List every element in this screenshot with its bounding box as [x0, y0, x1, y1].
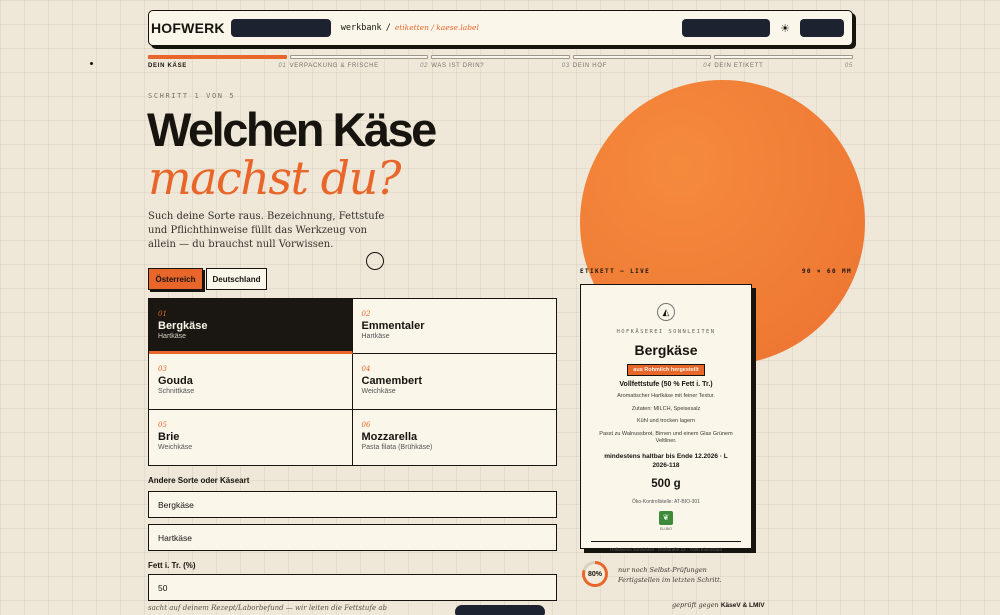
- project-switcher[interactable]: [230, 19, 331, 37]
- label-storage: Kühl und trocken lagern: [636, 418, 696, 424]
- page-title-accent: machst du?: [148, 151, 401, 205]
- cheese-grid: 01 Bergkäse Hartkäse 02 Emmentaler Hartk…: [148, 298, 557, 466]
- account-button[interactable]: [682, 19, 771, 37]
- verified-reference: KäseV & LMIV: [720, 602, 765, 609]
- verified-prefix: geprüft gegen: [672, 601, 719, 609]
- step-indicator: SCHRITT 1 VON 5: [148, 92, 236, 100]
- floating-toolbar[interactable]: [455, 605, 545, 615]
- cheese-number: 06: [361, 420, 371, 429]
- label-footer: Hofkäserei Sonnleiten · Dorfstraße 12 · …: [591, 540, 741, 552]
- label-live-title: ETIKETT — LIVE: [580, 268, 651, 275]
- step-bar: [572, 55, 712, 59]
- label-milk-badge: aus Rohmilch hergestellt: [627, 364, 705, 376]
- cheese-option[interactable]: 01 Bergkäse Hartkäse: [149, 299, 353, 355]
- cheese-option[interactable]: 02 Emmentaler Hartkäse: [352, 299, 556, 355]
- step-4[interactable]: Dein Hof 04: [572, 55, 712, 69]
- cheese-type: Pasta filata (Brühkäse): [361, 443, 433, 451]
- cheese-name: Bergkäse: [158, 320, 208, 332]
- checks-line-2: Fertigstellen im letzten Schritt.: [618, 576, 722, 584]
- cheese-number: 01: [158, 310, 167, 318]
- checks-text: nur noch Selbst-Prüfungen Fertigstellen …: [618, 565, 722, 585]
- step-bar: [431, 55, 570, 59]
- country-germany-button[interactable]: Deutschland: [206, 268, 267, 290]
- step-number: 01: [278, 63, 287, 69]
- step-bar: [289, 55, 429, 59]
- step-label: Dein Hof: [572, 63, 608, 69]
- eu-organic-leaf-icon: ❦: [659, 510, 673, 525]
- label-control-body: Öko-Kontrollstelle: AT-BIO-301: [632, 498, 700, 505]
- step-number: 03: [561, 63, 570, 69]
- cheese-name: Camembert: [361, 375, 423, 388]
- cheese-name: Gouda: [158, 375, 193, 388]
- checks-line-1: nur noch Selbst-Prüfungen: [618, 566, 707, 574]
- fat-hint: sacht auf deinem Rezept/Laborbefund — wi…: [148, 604, 387, 612]
- cheese-option[interactable]: 04 Camembert Weichkäse: [352, 354, 556, 410]
- cheese-name: Mozzarella: [361, 430, 418, 443]
- cheese-wedge-icon: ◭: [657, 303, 675, 321]
- step-bar: [148, 55, 287, 59]
- cheese-option[interactable]: 06 Mozzarella Pasta filata (Brühkäse): [353, 410, 557, 465]
- cheese-option[interactable]: 03 Gouda Schnittkäse: [149, 354, 353, 410]
- label-fat: Vollfettstufe (50 % Fett i. Tr.): [619, 381, 713, 388]
- cheese-number: 03: [158, 365, 167, 374]
- breadcrumb-separator: /: [385, 23, 391, 33]
- step-label: Dein Käse: [148, 63, 187, 69]
- sun-icon[interactable]: ☀: [780, 22, 790, 35]
- label-preview-header: ETIKETT — LIVE 90 × 60 MM: [580, 268, 852, 275]
- top-bar: HOFWERK werkbank / etiketten / kaese.label…: [148, 10, 853, 46]
- other-sort-label: Andere Sorte oder Käseart: [148, 476, 250, 485]
- cheese-name: Emmentaler: [361, 320, 425, 332]
- menu-button[interactable]: [800, 19, 844, 37]
- step-number: 05: [844, 63, 853, 69]
- cheese-type: Hartkäse: [158, 333, 187, 340]
- label-cheese-name: Bergkäse: [634, 342, 698, 358]
- intro-text: Such deine Sorte raus. Bezeichnung, Fett…: [148, 211, 385, 250]
- breadcrumb-root[interactable]: werkbank: [341, 23, 382, 33]
- breadcrumb: werkbank / etiketten / kaese.label: [341, 23, 479, 33]
- cheese-type: Schnittkäse: [158, 388, 195, 396]
- progress-steps: Dein Käse 01 Verpackung & Frische 02 Was i…: [148, 55, 853, 69]
- step-label: Was ist drin?: [431, 63, 485, 69]
- step-5[interactable]: Dein Etikett 05: [714, 55, 853, 69]
- label-pairing: Passt zu Walnussbrot, Birnen und einem G…: [599, 430, 733, 445]
- verified-note: geprüft gegen KäseV & LMIV: [672, 601, 765, 609]
- cheese-type: Weichkäse: [361, 388, 396, 396]
- step-1[interactable]: Dein Käse 01: [148, 55, 287, 69]
- label-best-before: mindestens haltbar bis Ende 12.2026 · L …: [604, 452, 728, 469]
- cheese-option[interactable]: 05 Brie Weichkäse: [149, 409, 353, 465]
- kind-input[interactable]: Hartkäse: [148, 524, 557, 551]
- label-farm: HOFKÄSEREI SONNLEITEN: [616, 329, 716, 335]
- label-size: 90 × 60 MM: [801, 268, 852, 275]
- breadcrumb-path[interactable]: etiketten / kaese.label: [395, 23, 479, 32]
- country-austria-button[interactable]: Österreich: [148, 268, 203, 290]
- cheese-number: 04: [361, 365, 371, 374]
- step-2[interactable]: Verpackung & Frische 02: [289, 55, 429, 69]
- step-3[interactable]: Was ist drin? 03: [431, 55, 570, 69]
- cursor-ring: [366, 252, 384, 270]
- step-bar: [714, 55, 853, 59]
- cheese-type: Hartkäse: [361, 333, 390, 340]
- step-number: 04: [703, 63, 712, 69]
- logo: HOFWERK: [151, 20, 225, 36]
- label-weight: 500 g: [651, 477, 681, 490]
- fat-label: Fett i. Tr. (%): [148, 561, 196, 570]
- checks-percent: 80%: [585, 564, 605, 584]
- label-preview-card: ◭ HOFKÄSEREI SONNLEITEN Bergkäse aus Roh…: [580, 284, 752, 552]
- cheese-type: Weichkäse: [158, 443, 193, 451]
- decorative-dot: [90, 62, 93, 65]
- step-label: Verpackung & Frische: [289, 63, 379, 69]
- label-description: Aromatischer Hartkäse mit feiner Textur.: [617, 393, 715, 399]
- step-number: 02: [420, 63, 429, 69]
- label-eu-code: EU-BIO: [659, 526, 673, 531]
- cheese-name: Brie: [158, 430, 180, 443]
- step-label: Dein Etikett: [714, 63, 764, 69]
- fat-input[interactable]: 50: [148, 574, 557, 601]
- label-ingredients: Zutaten: MILCH, Speisesalz: [631, 405, 701, 412]
- cheese-number: 02: [361, 310, 371, 318]
- checks-progress-ring: 80%: [582, 561, 608, 587]
- cheese-number: 05: [158, 420, 167, 429]
- sort-input[interactable]: Bergkäse: [148, 491, 557, 518]
- page-title: Welchen Käse: [147, 103, 437, 156]
